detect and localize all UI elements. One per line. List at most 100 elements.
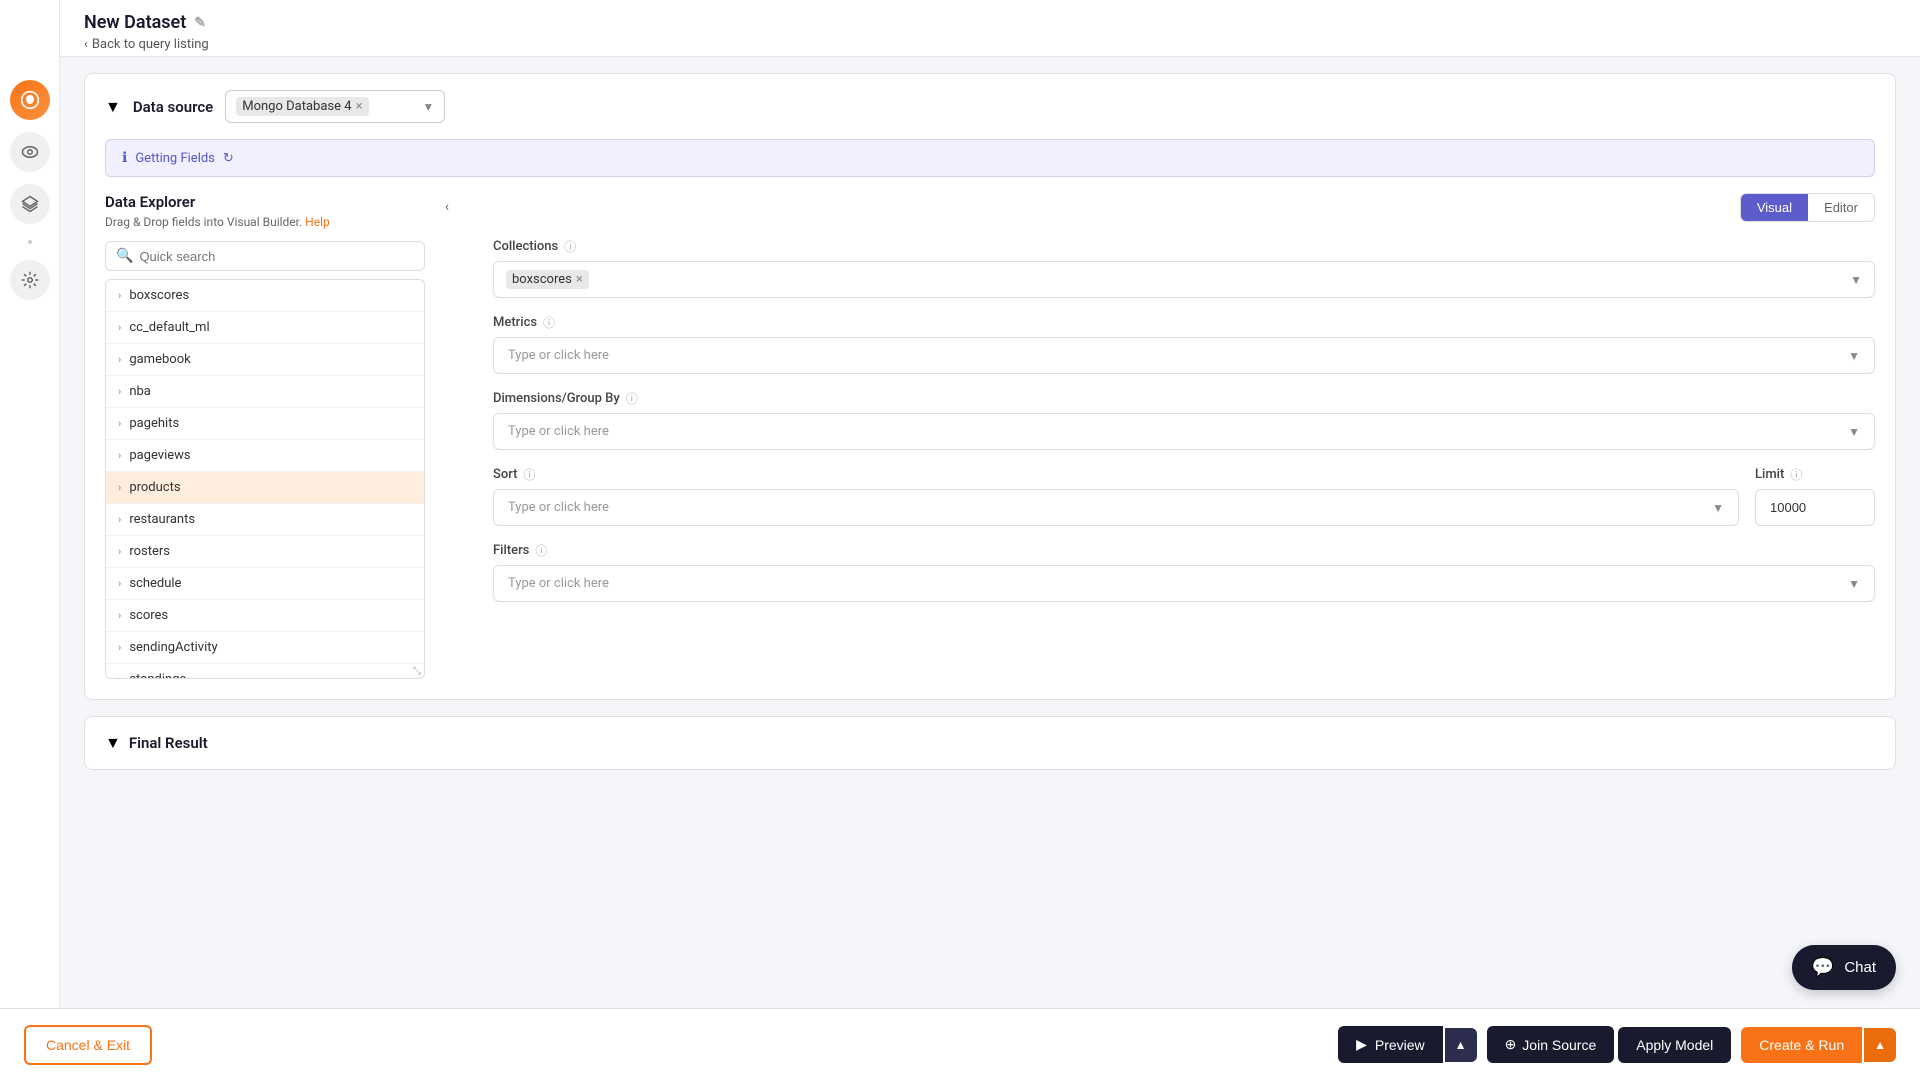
collection-item[interactable]: ›boxscores bbox=[106, 280, 424, 312]
collection-item[interactable]: ›cc_default_ml bbox=[106, 312, 424, 344]
data-explorer-title: Data Explorer bbox=[105, 193, 425, 211]
collection-item[interactable]: ›pageviews bbox=[106, 440, 424, 472]
datasource-dropdown[interactable]: Mongo Database 4 × ▼ bbox=[225, 90, 445, 123]
create-run-button[interactable]: Create & Run bbox=[1741, 1027, 1862, 1063]
collection-item[interactable]: ›schedule bbox=[106, 568, 424, 600]
limit-label: Limit ⓘ bbox=[1755, 466, 1875, 483]
left-sidebar bbox=[0, 0, 60, 1080]
collection-item[interactable]: ›pagehits bbox=[106, 408, 424, 440]
sort-dropdown[interactable]: Type or click here ▼ bbox=[493, 489, 1739, 526]
info-icon: ℹ bbox=[122, 150, 127, 166]
collection-item[interactable]: ›scores bbox=[106, 600, 424, 632]
filters-field-group: Filters ⓘ Type or click here ▼ bbox=[493, 542, 1875, 602]
final-result-label: Final Result bbox=[129, 734, 208, 752]
chat-icon: 💬 bbox=[1812, 957, 1834, 978]
collections-chip: boxscores × bbox=[506, 270, 589, 289]
preview-play-icon: ▶ bbox=[1356, 1036, 1367, 1053]
metrics-info-icon[interactable]: ⓘ bbox=[543, 314, 555, 331]
limit-field-group: Limit ⓘ bbox=[1755, 466, 1875, 526]
metrics-chevron: ▼ bbox=[1848, 349, 1860, 363]
sidebar-icon-eye[interactable] bbox=[10, 132, 50, 172]
dimensions-info-icon[interactable]: ⓘ bbox=[626, 390, 638, 407]
search-icon: 🔍 bbox=[116, 248, 133, 264]
datasource-dropdown-chevron: ▼ bbox=[422, 100, 434, 114]
collections-info-icon[interactable]: ⓘ bbox=[564, 238, 576, 255]
filters-info-icon[interactable]: ⓘ bbox=[535, 542, 547, 559]
collections-chip-close[interactable]: × bbox=[576, 272, 583, 287]
collection-item[interactable]: ›nba bbox=[106, 376, 424, 408]
collection-item[interactable]: ›restaurants bbox=[106, 504, 424, 536]
collection-item[interactable]: ›gamebook bbox=[106, 344, 424, 376]
final-result-header: ▼ Final Result bbox=[85, 717, 1895, 769]
collections-label: Collections ⓘ bbox=[493, 238, 1875, 255]
limit-info-icon[interactable]: ⓘ bbox=[1790, 466, 1802, 483]
dimensions-label: Dimensions/Group By ⓘ bbox=[493, 390, 1875, 407]
limit-input[interactable] bbox=[1755, 489, 1875, 526]
edit-title-icon[interactable]: ✎ bbox=[194, 15, 206, 31]
dimensions-dropdown[interactable]: Type or click here ▼ bbox=[493, 413, 1875, 450]
datasource-chip-close[interactable]: × bbox=[356, 99, 363, 114]
query-builder: Visual Editor Collections ⓘ boxscores bbox=[469, 193, 1875, 679]
back-link[interactable]: ‹ Back to query listing bbox=[84, 37, 1896, 52]
metrics-field-group: Metrics ⓘ Type or click here ▼ bbox=[493, 314, 1875, 374]
refresh-icon[interactable]: ↻ bbox=[223, 151, 234, 166]
final-result-chevron[interactable]: ▼ bbox=[105, 733, 121, 753]
filters-chevron: ▼ bbox=[1848, 577, 1860, 591]
collection-item[interactable]: ›rosters bbox=[106, 536, 424, 568]
sort-chevron: ▼ bbox=[1712, 501, 1724, 515]
resize-handle[interactable]: ⤡ bbox=[409, 663, 425, 679]
page-title-row: New Dataset ✎ bbox=[84, 12, 1896, 33]
create-run-expand-button[interactable]: ▲ bbox=[1864, 1028, 1896, 1062]
help-link[interactable]: Help bbox=[305, 215, 330, 229]
collection-item[interactable]: ›products bbox=[106, 472, 424, 504]
join-plus-icon: ⊕ bbox=[1505, 1036, 1517, 1053]
collections-selected: boxscores × bbox=[506, 270, 589, 289]
getting-fields-label: Getting Fields bbox=[135, 151, 215, 166]
sort-info-icon[interactable]: ⓘ bbox=[524, 466, 536, 483]
sidebar-icon-layers[interactable] bbox=[10, 184, 50, 224]
search-bar: 🔍 bbox=[105, 241, 425, 271]
datasource-chevron[interactable]: ▼ bbox=[105, 97, 121, 117]
datasource-label: Data source bbox=[133, 98, 213, 116]
sort-field-group: Sort ⓘ Type or click here ▼ bbox=[493, 466, 1739, 526]
toggle-editor[interactable]: Editor bbox=[1808, 194, 1874, 221]
collection-list: ›boxscores›cc_default_ml›gamebook›nba›pa… bbox=[105, 279, 425, 679]
page-title: New Dataset bbox=[84, 12, 186, 33]
data-explorer-container: Data Explorer Drag & Drop fields into Vi… bbox=[85, 193, 1895, 699]
cancel-exit-button[interactable]: Cancel & Exit bbox=[24, 1025, 152, 1065]
toggle-btn-group: Visual Editor bbox=[1740, 193, 1875, 222]
back-arrow-icon: ‹ bbox=[84, 37, 88, 52]
main-content: ▼ Data source Mongo Database 4 × ▼ ℹ Get… bbox=[60, 57, 1920, 866]
metrics-label: Metrics ⓘ bbox=[493, 314, 1875, 331]
toggle-visual[interactable]: Visual bbox=[1741, 194, 1808, 221]
collapse-arrow[interactable]: ‹ bbox=[433, 193, 461, 221]
chat-button[interactable]: 💬 Chat bbox=[1792, 945, 1896, 990]
collections-dropdown-chevron: ▼ bbox=[1850, 273, 1862, 287]
collection-item[interactable]: ›sendingActivity bbox=[106, 632, 424, 664]
datasource-selected: Mongo Database 4 × bbox=[236, 97, 368, 116]
datasource-chip: Mongo Database 4 × bbox=[236, 97, 368, 116]
sidebar-icon-leaf[interactable] bbox=[10, 80, 50, 120]
collections-dropdown[interactable]: boxscores × ▼ bbox=[493, 261, 1875, 298]
final-result-card: ▼ Final Result bbox=[84, 716, 1896, 770]
data-explorer-subtitle: Drag & Drop fields into Visual Builder. … bbox=[105, 215, 425, 229]
metrics-dropdown[interactable]: Type or click here ▼ bbox=[493, 337, 1875, 374]
preview-expand-button[interactable]: ▲ bbox=[1445, 1028, 1477, 1062]
search-input[interactable] bbox=[139, 249, 414, 264]
filters-dropdown[interactable]: Type or click here ▼ bbox=[493, 565, 1875, 602]
data-explorer-left: Data Explorer Drag & Drop fields into Vi… bbox=[105, 193, 425, 679]
sidebar-dot bbox=[28, 240, 32, 244]
collection-item[interactable]: ›standings bbox=[106, 664, 424, 679]
bottom-toolbar: Cancel & Exit ▶ Preview ▲ ⊕ Join Source … bbox=[0, 1008, 1920, 1080]
datasource-row: ▼ Data source Mongo Database 4 × ▼ bbox=[85, 74, 1895, 139]
dimensions-chevron: ▼ bbox=[1848, 425, 1860, 439]
sort-label: Sort ⓘ bbox=[493, 466, 1739, 483]
preview-button[interactable]: ▶ Preview bbox=[1338, 1026, 1443, 1063]
sidebar-icon-settings[interactable] bbox=[10, 260, 50, 300]
datasource-card: ▼ Data source Mongo Database 4 × ▼ ℹ Get… bbox=[84, 73, 1896, 700]
apply-model-button[interactable]: Apply Model bbox=[1618, 1027, 1731, 1063]
join-source-button[interactable]: ⊕ Join Source bbox=[1487, 1026, 1615, 1063]
collections-field-group: Collections ⓘ boxscores × ▼ bbox=[493, 238, 1875, 298]
dimensions-field-group: Dimensions/Group By ⓘ Type or click here… bbox=[493, 390, 1875, 450]
filters-label: Filters ⓘ bbox=[493, 542, 1875, 559]
